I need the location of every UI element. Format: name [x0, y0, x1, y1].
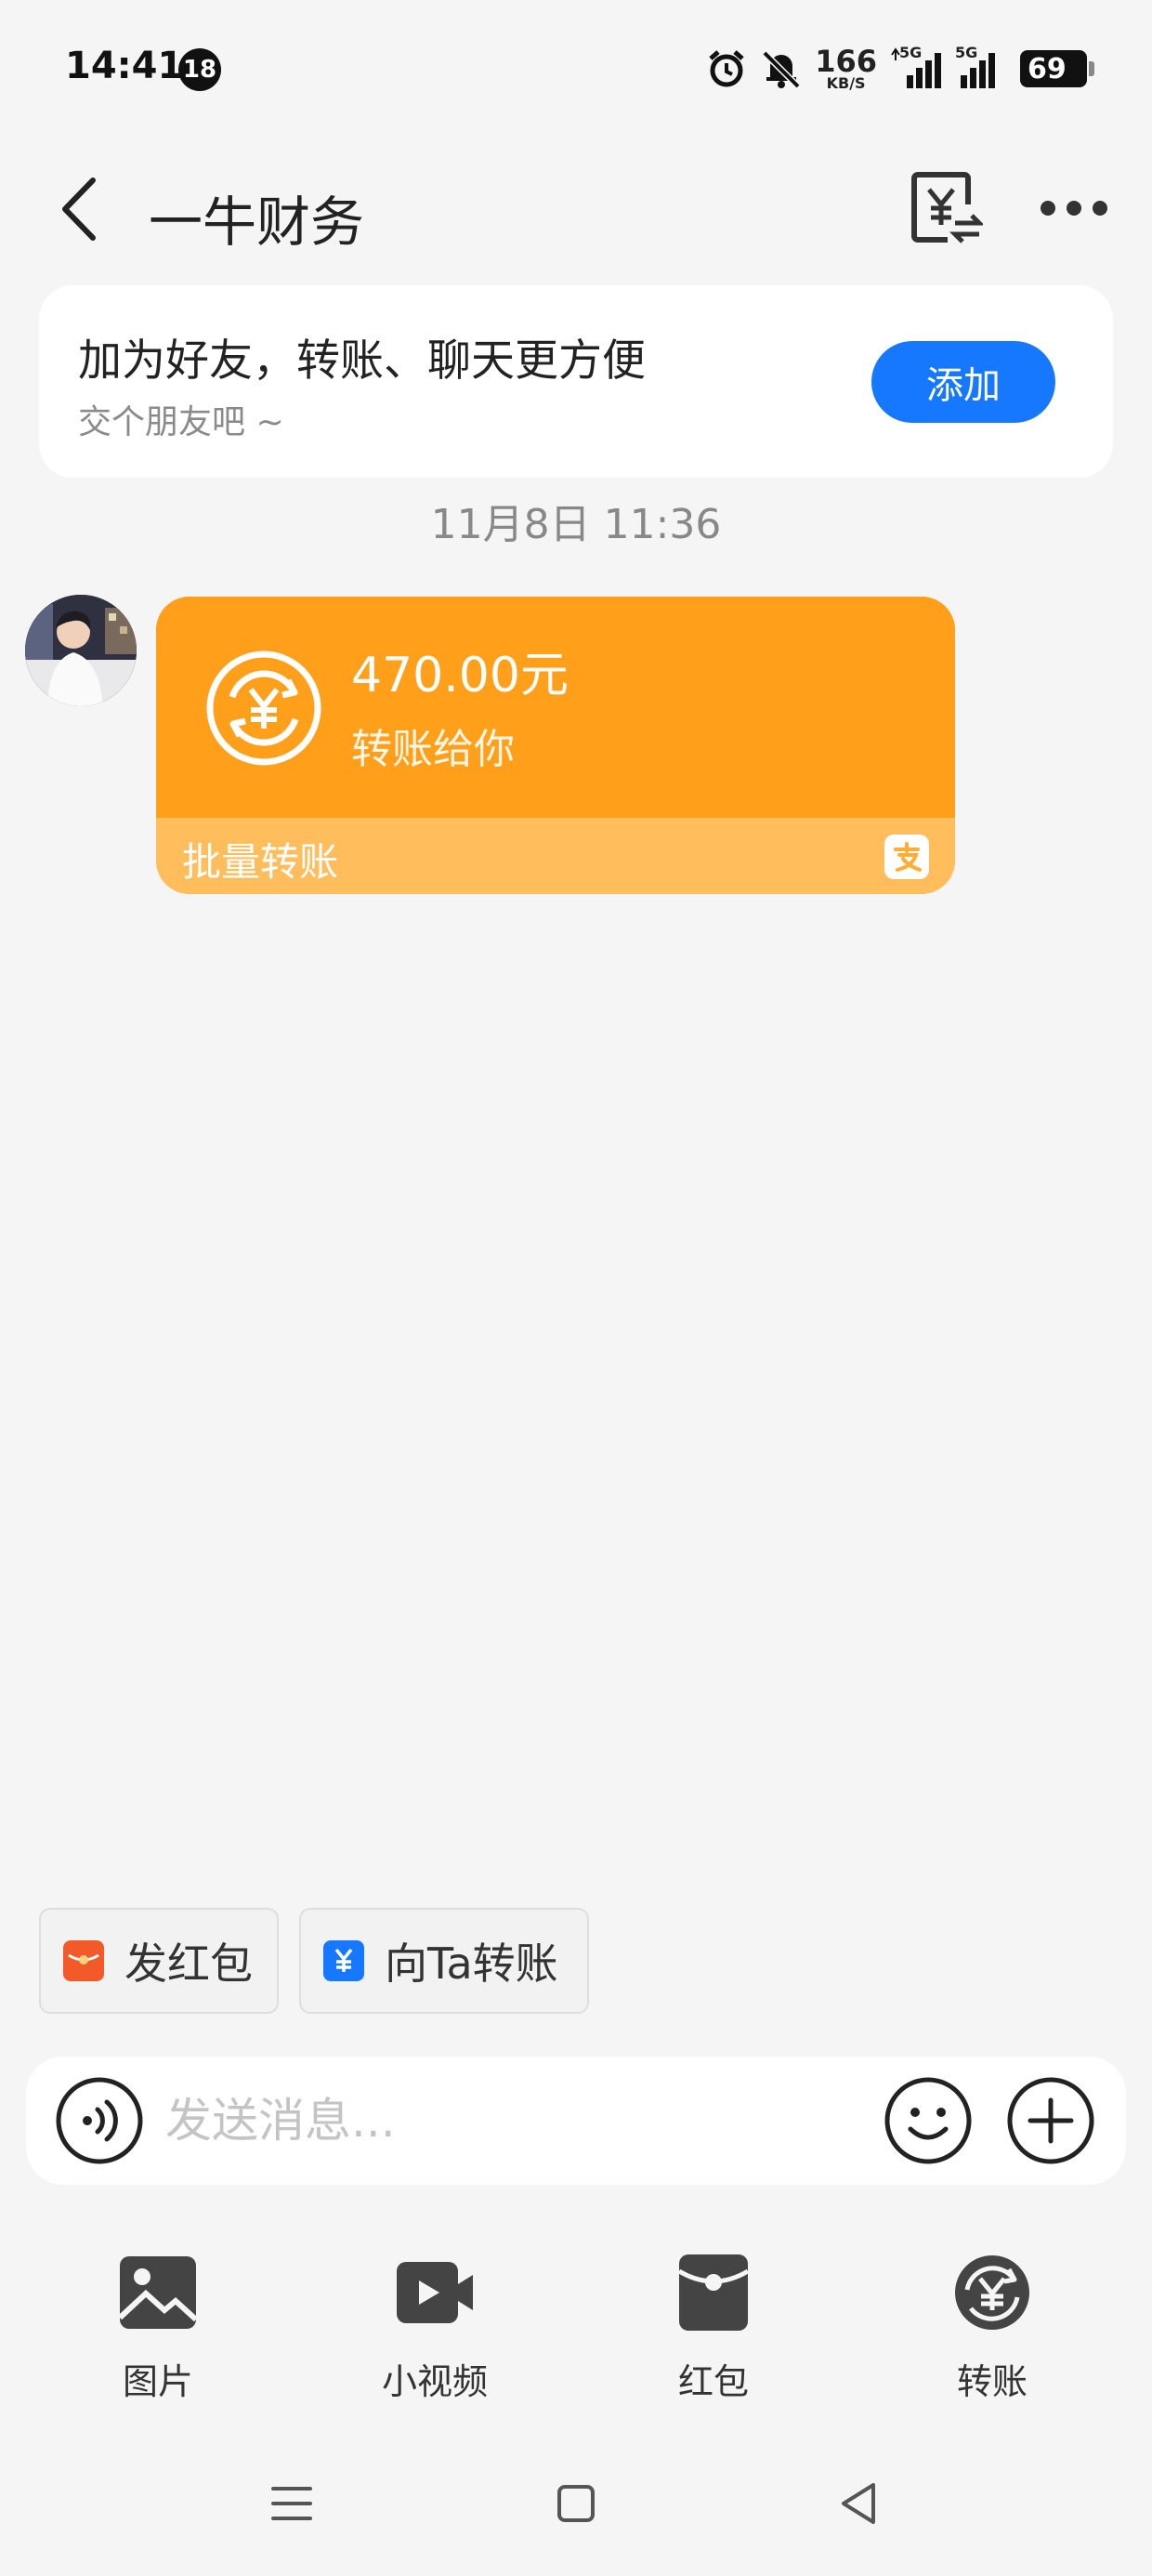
network-speed-unit: KB/S [826, 74, 866, 92]
emoji-button[interactable] [883, 2075, 974, 2166]
network-speed: 166 KB/S [815, 46, 877, 91]
more-icon [1041, 201, 1107, 216]
add-friend-banner: 加为好友，转账、聊天更方便 交个朋友吧 ~ 添加 [39, 285, 1113, 478]
home-square-icon [557, 2485, 595, 2522]
mute-bell-icon [762, 50, 801, 89]
status-bar: 14:41 18 166 KB/S 5G 5G 69 [0, 0, 1152, 139]
message-input-bar [26, 2057, 1126, 2185]
back-button[interactable] [46, 177, 111, 242]
add-friend-title: 加为好友，转账、聊天更方便 [78, 335, 646, 387]
add-friend-button[interactable]: 添加 [871, 341, 1055, 423]
tool-transfer-label: 转账 [956, 2361, 1028, 2402]
transfer-yuan-icon [206, 651, 321, 766]
back-icon [62, 177, 96, 241]
transfer-to-them-button[interactable]: 向Ta转账 [299, 1908, 589, 2014]
add-friend-subtitle: 交个朋友吧 ~ [78, 403, 284, 441]
transfer-record-icon [911, 172, 986, 243]
signal-1: 5G [890, 44, 942, 90]
red-packet-icon [677, 2254, 750, 2331]
transfer-card-footer: 批量转账 [156, 818, 955, 894]
transfer-description: 转账给你 [351, 726, 515, 773]
signal-1-label: 5G [899, 44, 923, 61]
status-time: 14:41 [65, 45, 184, 87]
transfer-yuan-icon [955, 2255, 1029, 2330]
tool-transfer[interactable]: 转账 [899, 2249, 1085, 2407]
back-triangle-icon [842, 2483, 875, 2524]
message-timestamp: 11月8日 11:36 [430, 501, 722, 548]
nav-back-button[interactable] [832, 2476, 888, 2531]
nav-home-button[interactable] [548, 2476, 604, 2531]
status-icons: 166 KB/S 5G 5G 69 [705, 41, 1094, 97]
alarm-icon [709, 50, 744, 87]
send-red-packet-button[interactable]: 发红包 [39, 1908, 279, 2014]
chat-title: 一牛财务 [149, 191, 365, 254]
signal-2: 5G [955, 44, 1007, 90]
video-icon [397, 2262, 473, 2323]
transfer-record-button[interactable] [909, 169, 986, 247]
nav-menu-button[interactable] [264, 2476, 320, 2531]
transfer-message-card[interactable]: 470.00元 转账给你 批量转账 [156, 597, 955, 894]
tool-video[interactable]: 小视频 [342, 2249, 528, 2407]
transfer-card-body: 470.00元 转账给你 [156, 597, 955, 818]
notification-count-badge: 18 [178, 48, 221, 91]
plus-icon [1007, 2077, 1094, 2164]
message-input[interactable] [165, 2075, 871, 2166]
emoji-icon [884, 2077, 972, 2164]
sender-avatar[interactable] [25, 595, 137, 706]
more-button[interactable] [1039, 190, 1109, 227]
battery-indicator: 69 [1020, 50, 1094, 87]
voice-icon [56, 2077, 143, 2164]
tool-red-packet[interactable]: 红包 [621, 2249, 806, 2407]
alipay-logo-icon [884, 835, 929, 879]
transfer-to-them-label: 向Ta转账 [385, 1939, 558, 1989]
signal-2-label: 5G [955, 44, 978, 61]
send-red-packet-label: 发红包 [124, 1939, 253, 1989]
more-actions-button[interactable] [1005, 2075, 1096, 2166]
transfer-footer-label: 批量转账 [182, 839, 339, 885]
network-speed-value: 166 [815, 44, 877, 79]
menu-icon [271, 2487, 312, 2520]
voice-button[interactable] [54, 2075, 145, 2166]
transfer-amount: 470.00元 [351, 648, 569, 703]
chat-header: 一牛财务 [0, 158, 1152, 260]
transfer-yuan-icon [323, 1940, 364, 1981]
avatar-image [25, 595, 137, 706]
tool-photo[interactable]: 图片 [65, 2249, 251, 2407]
tool-photo-label: 图片 [122, 2361, 193, 2402]
red-packet-icon [63, 1940, 104, 1981]
image-icon [118, 2256, 198, 2329]
tool-video-label: 小视频 [381, 2361, 488, 2402]
tool-red-packet-label: 红包 [677, 2361, 749, 2402]
